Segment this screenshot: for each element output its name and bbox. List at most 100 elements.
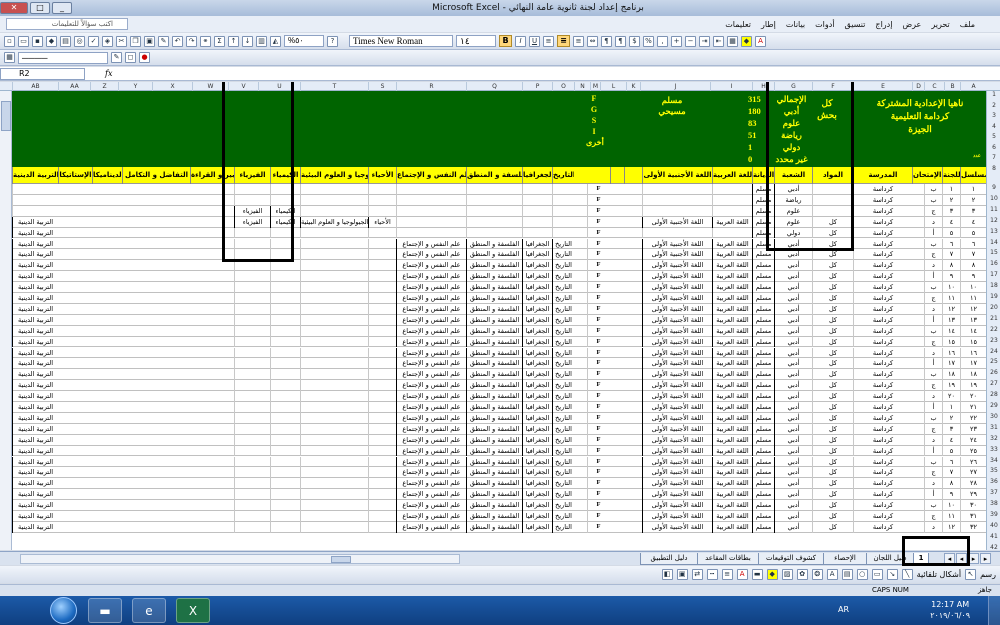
table-cell[interactable] — [270, 423, 300, 435]
table-cell[interactable]: الجغرافيا — [522, 238, 552, 250]
table-cell[interactable]: علم النفس و الإجتماع — [396, 445, 466, 457]
undo-icon[interactable]: ↶ — [172, 35, 183, 47]
table-cell[interactable]: كرداسة — [853, 336, 912, 348]
table-cell[interactable]: ٧ — [960, 249, 986, 261]
table-cell[interactable]: كرداسة — [853, 380, 912, 392]
table-cell[interactable]: علم النفس و الإجتماع — [396, 521, 466, 533]
table-cell[interactable]: اللغة العربية — [712, 347, 752, 359]
table-cell[interactable]: اللغة الأجنبية الأولى — [642, 271, 712, 283]
table-cell[interactable]: اللغة العربية — [712, 412, 752, 424]
table-cell[interactable] — [712, 205, 752, 217]
table-cell[interactable]: مسلم — [752, 456, 774, 468]
tab-seat-cards[interactable]: بطاقات المقاعد — [697, 553, 759, 565]
table-cell[interactable]: الجغرافيا — [522, 271, 552, 283]
table-cell[interactable]: أدبي — [774, 369, 812, 381]
subject-header-cell[interactable]: مسلسل — [960, 167, 986, 184]
table-cell[interactable]: ب — [924, 194, 942, 206]
table-cell[interactable] — [368, 303, 396, 315]
increase-decimal-icon[interactable]: + — [671, 35, 682, 47]
table-cell[interactable]: الجغرافيا — [522, 423, 552, 435]
font-size-box[interactable]: ١٤ — [456, 35, 496, 47]
table-cell[interactable]: أدبي — [774, 445, 812, 457]
table-cell[interactable]: مسلم — [752, 358, 774, 370]
table-cell[interactable]: ١٠ — [960, 282, 986, 293]
table-cell[interactable]: الفلسفة و المنطق — [466, 358, 522, 370]
table-cell[interactable]: علم النفس و الإجتماع — [396, 282, 466, 293]
table-cell[interactable]: F — [587, 194, 609, 206]
table-cell[interactable]: ٢٦ — [960, 456, 986, 468]
table-cell[interactable]: علم النفس و الإجتماع — [396, 238, 466, 250]
print-preview-icon[interactable]: ◎ — [74, 35, 85, 47]
row-header[interactable]: 39 — [987, 511, 1000, 521]
table-cell[interactable]: التاريخ — [552, 293, 574, 304]
table-cell[interactable]: أدبي — [774, 271, 812, 283]
format-painter-icon[interactable]: ✎ — [158, 35, 169, 47]
table-cell[interactable]: ب — [924, 500, 942, 511]
table-cell[interactable] — [466, 184, 522, 195]
table-cell[interactable]: كرداسة — [853, 489, 912, 501]
table-cell[interactable]: كل — [812, 369, 853, 381]
table-cell[interactable]: اللغة الأجنبية الأولى — [642, 347, 712, 359]
table-cell[interactable]: الجغرافيا — [522, 521, 552, 533]
table-cell[interactable] — [368, 271, 396, 283]
table-cell[interactable] — [300, 282, 368, 293]
table-cell[interactable]: علم النفس و الإجتماع — [396, 434, 466, 446]
column-header[interactable]: E — [853, 82, 912, 91]
table-cell[interactable]: كل — [812, 391, 853, 402]
column-header[interactable]: C — [924, 82, 944, 91]
row-header[interactable]: 1 — [987, 91, 1000, 101]
table-cell[interactable]: ٤ — [942, 434, 960, 446]
table-cell[interactable]: ٦ — [960, 238, 986, 250]
font-color-icon[interactable]: A — [755, 35, 766, 47]
currency-icon[interactable]: $ — [629, 35, 640, 47]
table-cell[interactable]: الفلسفة و المنطق — [466, 467, 522, 479]
table-cell[interactable]: الفلسفة و المنطق — [466, 238, 522, 250]
table-cell[interactable]: كرداسة — [853, 260, 912, 272]
table-cell[interactable]: F — [587, 205, 609, 217]
table-cell[interactable]: F — [587, 336, 609, 348]
border-grid-icon[interactable]: ▦ — [4, 52, 15, 63]
table-cell[interactable]: علم النفس و الإجتماع — [396, 391, 466, 402]
table-cell[interactable]: F — [587, 380, 609, 392]
table-cell[interactable] — [368, 412, 396, 424]
table-cell[interactable] — [368, 184, 396, 195]
table-cell[interactable]: ١٥ — [960, 336, 986, 348]
table-cell[interactable]: ج — [924, 511, 942, 522]
table-cell[interactable] — [270, 369, 300, 381]
table-cell[interactable]: علم النفس و الإجتماع — [396, 402, 466, 413]
table-cell[interactable]: اللغة الأجنبية الأولى — [642, 325, 712, 337]
3d-icon[interactable]: ◧ — [661, 569, 673, 580]
table-cell[interactable] — [270, 358, 300, 370]
column-header[interactable]: P — [522, 82, 552, 91]
table-cell[interactable]: د — [924, 303, 942, 315]
table-cell[interactable] — [552, 205, 574, 217]
table-cell[interactable]: مسلم — [752, 521, 774, 533]
row-header[interactable]: 10 — [987, 195, 1000, 205]
fill-color-draw-icon[interactable]: ◆ — [766, 569, 778, 580]
subject-header-cell[interactable]: التربية الدينية — [12, 167, 58, 184]
table-cell[interactable] — [300, 456, 368, 468]
table-cell[interactable] — [300, 500, 368, 511]
table-cell[interactable]: ٣ — [960, 205, 986, 217]
table-cell[interactable]: ١٠ — [942, 282, 960, 293]
table-cell[interactable]: ٣ — [942, 205, 960, 217]
table-cell[interactable]: كرداسة — [853, 184, 912, 195]
line-icon[interactable]: ╲ — [901, 569, 913, 580]
table-cell[interactable] — [642, 205, 712, 217]
table-cell[interactable]: أدبي — [774, 434, 812, 446]
diagram-icon[interactable]: ❂ — [811, 569, 823, 580]
table-cell[interactable] — [270, 467, 300, 479]
table-cell[interactable]: علم النفس و الإجتماع — [396, 369, 466, 381]
table-cell[interactable] — [368, 238, 396, 250]
table-cell[interactable]: اللغة الأجنبية الأولى — [642, 369, 712, 381]
subject-header-cell[interactable]: نموذج الإمتحان — [912, 167, 942, 184]
table-cell[interactable]: F — [587, 260, 609, 272]
table-cell[interactable]: ١ — [942, 184, 960, 195]
table-cell[interactable]: اللغة العربية — [712, 467, 752, 479]
oval-icon[interactable]: ○ — [856, 569, 868, 580]
table-cell[interactable] — [270, 456, 300, 468]
table-cell[interactable]: كل — [812, 402, 853, 413]
row-header[interactable]: 25 — [987, 358, 1000, 368]
table-cell[interactable] — [552, 194, 574, 206]
subject-header-cell[interactable]: الأحياء — [368, 167, 396, 184]
